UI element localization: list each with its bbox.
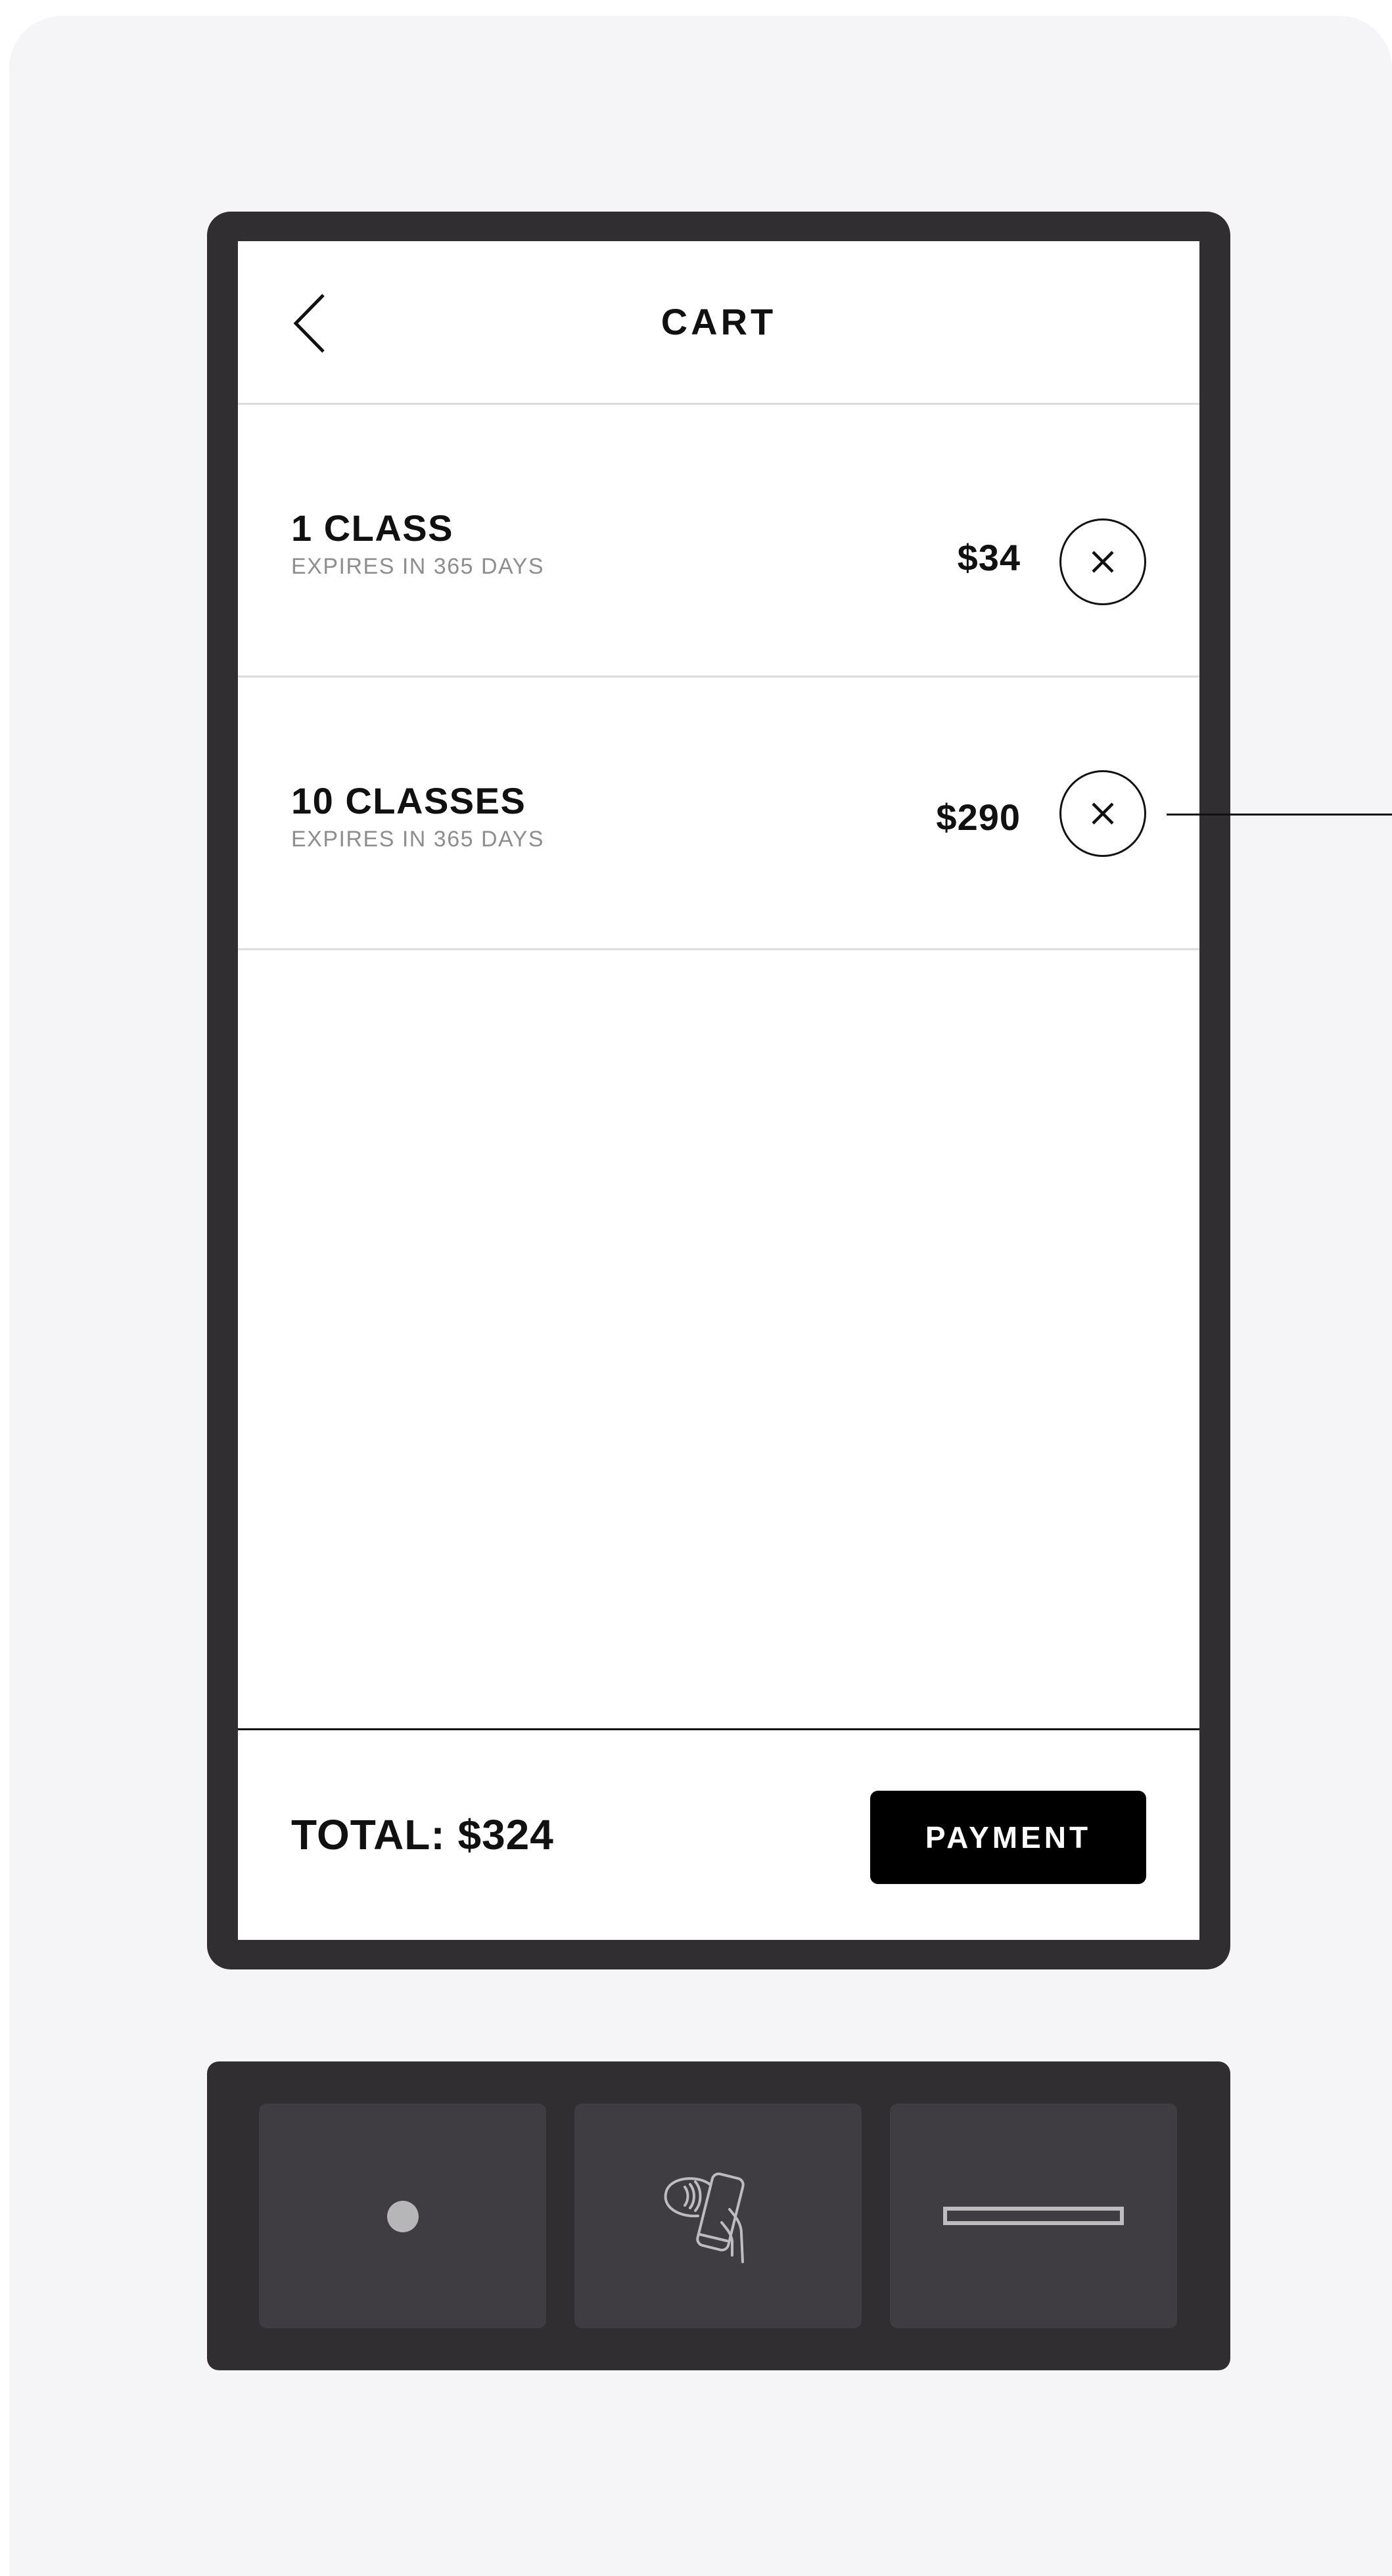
item-price: $34 [957,537,1021,578]
page-title: CART [661,301,777,342]
card-slot-icon [943,2207,1124,2225]
card-reader[interactable] [890,2104,1177,2328]
kiosk-screen: CART 1 CLASS EXPIRES IN 365 DAYS $34 10 … [238,241,1199,1940]
contactless-reader[interactable] [574,2104,862,2328]
header-bar: CART [238,241,1199,405]
cart-footer: TOTAL: $324 PAYMENT [238,1728,1199,1940]
hardware-dock [207,2061,1230,2370]
cart-item: 10 CLASSES EXPIRES IN 365 DAYS $290 [238,678,1199,950]
item-expiry: EXPIRES IN 365 DAYS [291,554,545,579]
indicator-dot-icon [387,2201,419,2232]
item-name: 10 CLASSES [291,780,526,821]
cart-item: 1 CLASS EXPIRES IN 365 DAYS $34 [238,405,1199,678]
item-name: 1 CLASS [291,507,453,549]
annotation-line [1167,814,1392,816]
item-price: $290 [936,796,1021,838]
close-icon [1092,802,1114,825]
contactless-pay-icon [664,2172,745,2263]
payment-button[interactable]: PAYMENT [870,1791,1146,1884]
cart-total: TOTAL: $324 [291,1811,554,1858]
remove-item-button[interactable] [1059,518,1146,605]
remove-item-button[interactable] [1059,770,1146,857]
indicator-slot [259,2104,546,2328]
close-icon [1092,551,1114,573]
item-expiry: EXPIRES IN 365 DAYS [291,827,545,852]
